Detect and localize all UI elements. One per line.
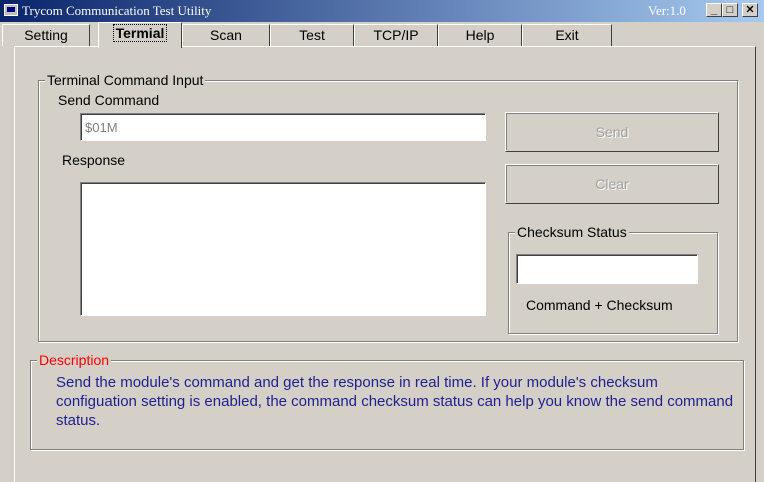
send-command-field[interactable] <box>80 113 486 141</box>
tab-help-label: Help <box>465 27 495 43</box>
response-field[interactable] <box>80 182 486 316</box>
description-text: Send the module's command and get the re… <box>56 374 734 429</box>
tab-test-label: Test <box>299 27 325 43</box>
close-button[interactable]: ✕ <box>742 3 758 17</box>
description-group-label: Description <box>37 352 112 368</box>
send-command-label: Send Command <box>58 92 160 108</box>
clear-button[interactable]: Clear <box>505 164 719 204</box>
tab-exit[interactable]: Exit <box>522 24 612 46</box>
checksum-status-input[interactable] <box>517 255 697 283</box>
send-button[interactable]: Send <box>505 112 719 152</box>
checksum-group-label: Checksum Status <box>515 224 629 240</box>
response-label: Response <box>62 152 126 168</box>
response-textarea[interactable] <box>81 183 485 315</box>
checksum-status-field[interactable] <box>516 254 698 284</box>
tab-help[interactable]: Help <box>438 24 522 46</box>
tab-test[interactable]: Test <box>270 24 354 46</box>
tab-termial[interactable]: Termial <box>98 22 182 48</box>
tab-setting-label: Setting <box>24 27 68 43</box>
terminal-group-label: Terminal Command Input <box>45 72 206 88</box>
window-title: Trycom Communication Test Utility <box>22 3 212 18</box>
app-window-icon[interactable] <box>4 4 18 16</box>
tab-setting[interactable]: Setting <box>2 24 90 46</box>
tab-exit-label: Exit <box>555 27 579 43</box>
tab-bar: Setting Termial Scan Test TCP/IP Help Ex… <box>0 22 764 48</box>
maximize-button[interactable]: □ <box>722 3 738 17</box>
checksum-caption: Command + Checksum <box>526 297 673 313</box>
tab-scan-label: Scan <box>210 27 242 43</box>
tab-termial-label: Termial <box>112 24 168 42</box>
tab-tcpip[interactable]: TCP/IP <box>354 24 438 46</box>
tab-scan[interactable]: Scan <box>182 24 270 46</box>
title-bar[interactable]: Trycom Communication Test Utility Ver:1.… <box>0 0 764 22</box>
version-label: Ver:1.0 <box>648 3 686 18</box>
send-command-input[interactable] <box>81 114 485 140</box>
tab-tcpip-label: TCP/IP <box>373 27 419 43</box>
minimize-button[interactable]: _ <box>706 3 722 17</box>
